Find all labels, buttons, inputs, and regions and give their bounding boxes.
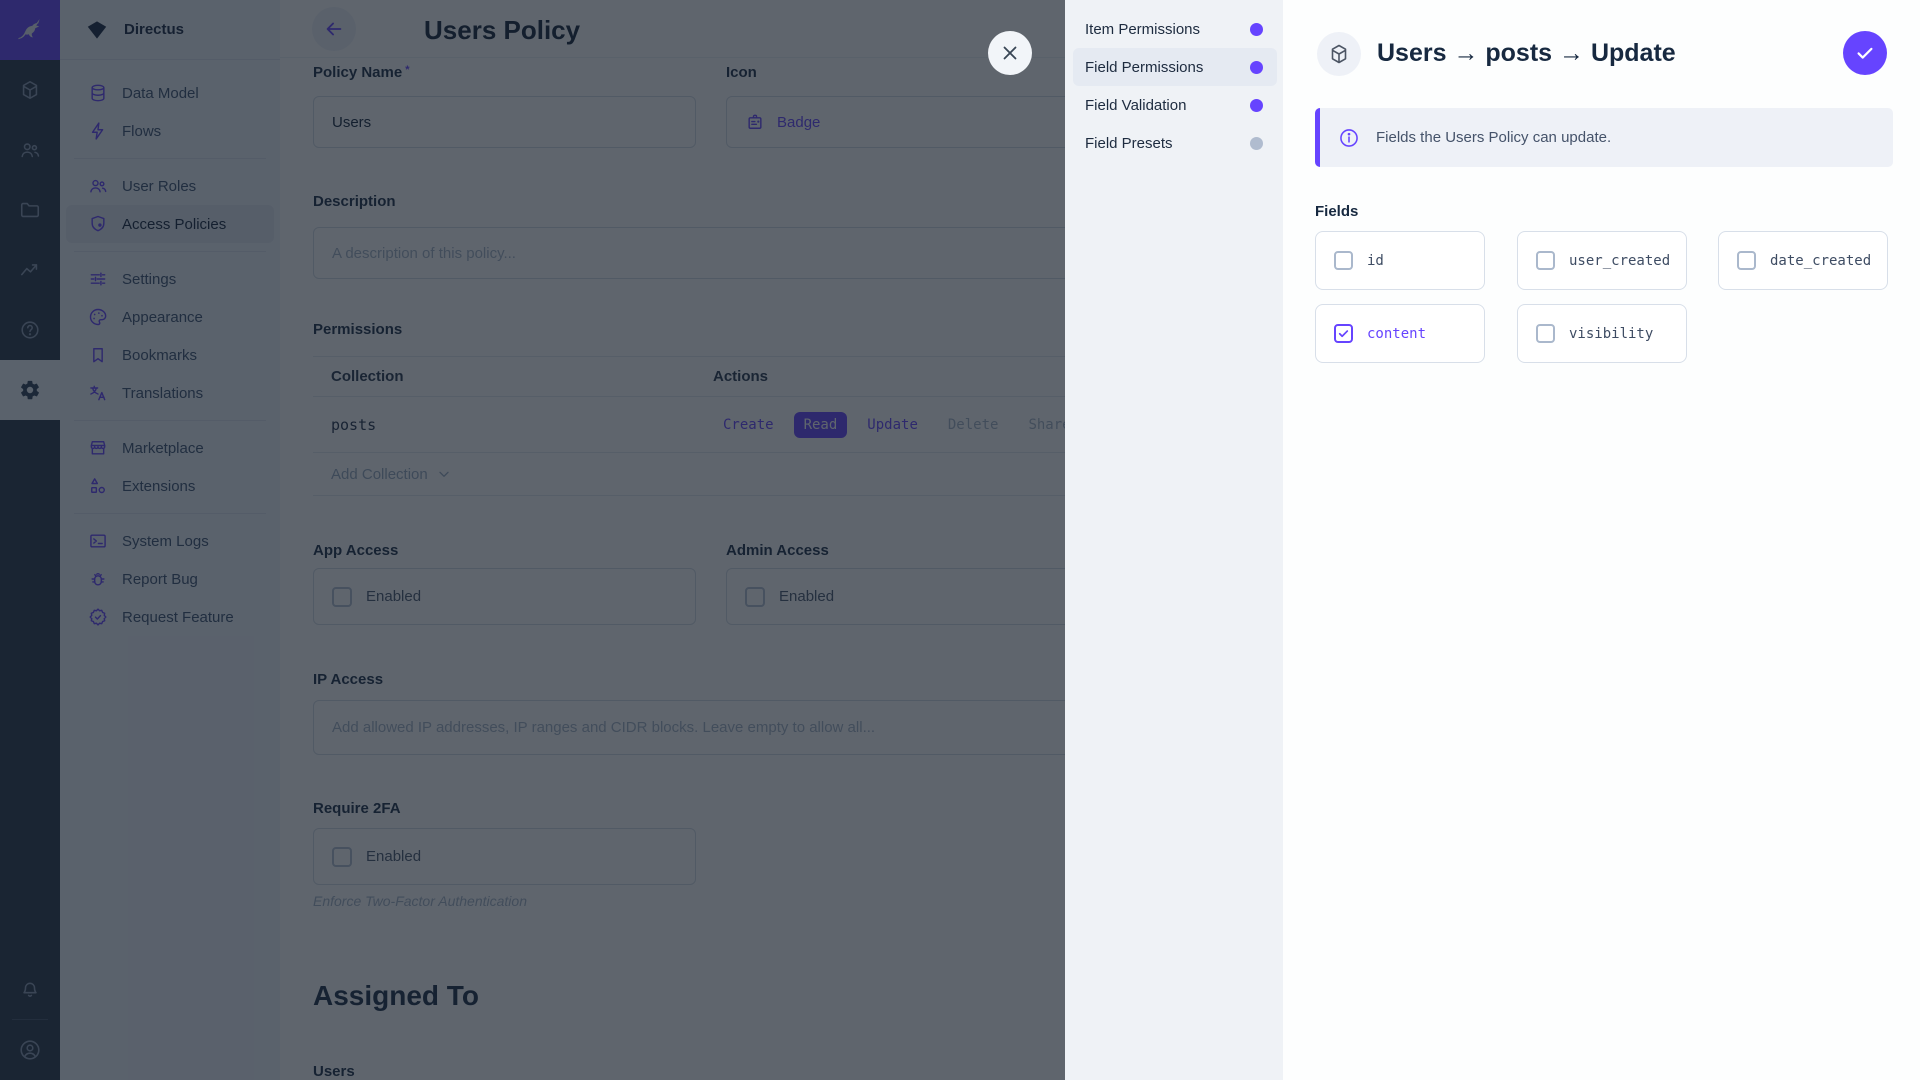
check-icon	[1857, 47, 1873, 59]
drawer-tab-field-permissions[interactable]: Field Permissions	[1073, 48, 1277, 86]
save-button[interactable]	[1843, 31, 1887, 75]
directus-app: Directus Data Model Flows User Roles Acc…	[0, 0, 1920, 1080]
checkbox-unchecked	[1536, 251, 1555, 270]
status-dot	[1250, 60, 1263, 74]
status-dot	[1250, 22, 1263, 36]
info-icon	[1338, 127, 1360, 149]
drawer-tab-field-validation[interactable]: Field Validation	[1073, 86, 1277, 124]
field-checkbox-content[interactable]: content	[1315, 304, 1485, 363]
cube-icon	[1331, 44, 1347, 64]
field-checkbox-visibility[interactable]: visibility	[1517, 304, 1687, 363]
fields-section-label: Fields	[1315, 203, 1359, 220]
close-icon	[1003, 46, 1017, 60]
notice-text: Fields the Users Policy can update.	[1376, 129, 1612, 146]
close-drawer-button[interactable]	[988, 31, 1032, 75]
drawer-tab-item-permissions[interactable]: Item Permissions	[1073, 10, 1277, 48]
permissions-drawer: Item Permissions Field Permissions Field…	[1065, 0, 1920, 1080]
checkbox-unchecked	[1334, 251, 1353, 270]
drawer-title: Users → posts → Update	[1377, 39, 1676, 67]
drawer-content: Users → posts → Update Fields the Users …	[1283, 0, 1920, 1080]
info-notice: Fields the Users Policy can update.	[1315, 108, 1893, 167]
field-checkbox-user-created[interactable]: user_created	[1517, 231, 1687, 290]
checkbox-unchecked	[1536, 324, 1555, 343]
drawer-tab-field-presets[interactable]: Field Presets	[1073, 124, 1277, 162]
status-dot-inactive	[1250, 136, 1263, 150]
drawer-header-icon-circle	[1317, 32, 1361, 76]
field-checkbox-id[interactable]: id	[1315, 231, 1485, 290]
drawer-nav: Item Permissions Field Permissions Field…	[1065, 0, 1283, 1080]
field-checkbox-date-created[interactable]: date_created	[1718, 231, 1888, 290]
checkbox-checked	[1334, 324, 1353, 343]
status-dot	[1250, 98, 1263, 112]
checkbox-unchecked	[1737, 251, 1756, 270]
drawer-overlay[interactable]	[0, 0, 1065, 1080]
